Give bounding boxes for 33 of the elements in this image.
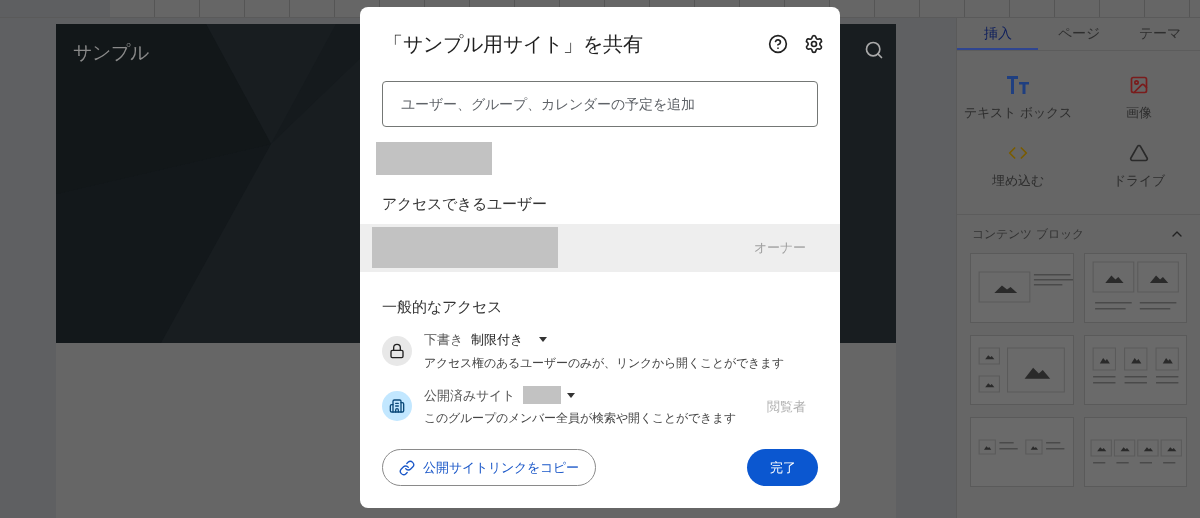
access-label: 下書き xyxy=(424,331,463,349)
done-button[interactable]: 完了 xyxy=(747,449,818,486)
link-icon xyxy=(399,459,415,476)
text-format-icon xyxy=(1005,75,1030,95)
role-label: 閲覧者 xyxy=(767,397,806,416)
add-people-field[interactable]: ユーザー、グループ、カレンダーの予定を追加 xyxy=(382,81,818,127)
sidebar-tab[interactable]: 挿入 xyxy=(957,18,1038,50)
redacted-block xyxy=(523,386,561,405)
layout-thumbnail[interactable] xyxy=(970,253,1074,323)
access-description: アクセス権のあるユーザーのみが、リンクから開くことができます xyxy=(424,354,785,372)
section-heading: アクセスできるユーザー xyxy=(382,194,548,215)
image-icon xyxy=(1129,75,1150,95)
role-label: オーナー xyxy=(754,238,806,257)
access-description: このグループのメンバー全員が検索や開くことができます xyxy=(424,410,737,427)
layout-thumbnail[interactable] xyxy=(1083,417,1187,487)
access-dropdown[interactable]: 制限付き xyxy=(471,330,547,350)
lock-icon xyxy=(382,335,412,366)
building-icon xyxy=(382,391,412,422)
site-title: サンプル xyxy=(73,40,149,65)
layout-thumbnail[interactable] xyxy=(1083,335,1187,405)
search-icon[interactable] xyxy=(864,40,884,60)
layout-thumbnail[interactable] xyxy=(970,335,1074,405)
section-heading: 一般的なアクセス xyxy=(382,296,503,318)
access-label: 公開済みサイト xyxy=(424,386,515,405)
group-dropdown[interactable] xyxy=(523,386,575,405)
layout-thumbnail[interactable] xyxy=(1083,253,1187,323)
drive-icon xyxy=(1129,142,1150,163)
help-icon[interactable] xyxy=(768,34,788,54)
dialog-title: 「サンプル用サイト」を共有 xyxy=(383,31,643,58)
caret-icon xyxy=(567,392,575,398)
caret-icon xyxy=(539,337,547,343)
layout-thumbnail[interactable] xyxy=(970,417,1074,487)
settings-icon[interactable] xyxy=(804,34,824,54)
